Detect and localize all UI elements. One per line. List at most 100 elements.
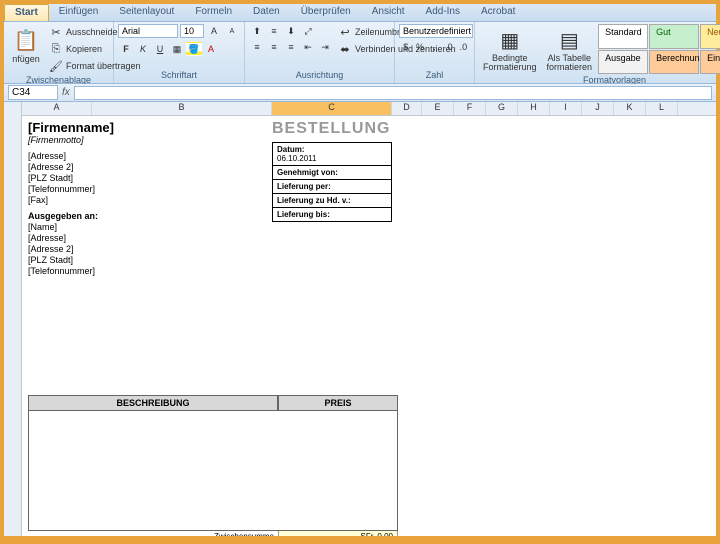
document-content: [Firmenname] [Firmenmotto] [Adresse] [Ad… <box>22 116 716 536</box>
col-h[interactable]: H <box>518 102 550 115</box>
totals-block: ZwischensummeSFr. 0.00 Steuersatz Umsatz… <box>28 531 398 536</box>
formula-input[interactable] <box>74 86 712 100</box>
formula-bar: C34 fx <box>4 84 716 102</box>
font-size-select[interactable]: 10 <box>180 24 204 38</box>
col-f[interactable]: F <box>454 102 486 115</box>
align-right-button[interactable]: ≡ <box>283 40 299 54</box>
col-d[interactable]: D <box>392 102 422 115</box>
subtotal-label: Zwischensumme <box>28 531 278 536</box>
grow-font-button[interactable]: A <box>206 24 222 38</box>
addr-line: [Adresse] <box>28 233 710 243</box>
tab-seitenlayout[interactable]: Seitenlayout <box>109 4 185 21</box>
fx-icon[interactable]: fx <box>62 87 70 98</box>
cond-label: Bedingte Formatierung <box>483 54 537 72</box>
style-berechnung[interactable]: Berechnung <box>649 50 699 75</box>
info-delivery-per-label: Lieferung per: <box>273 180 391 194</box>
conditional-format-button[interactable]: ▦ Bedingte Formatierung <box>479 24 541 74</box>
astable-label: Als Tabelle formatieren <box>547 54 593 72</box>
info-date-label: Datum: <box>277 145 305 154</box>
tab-einfuegen[interactable]: Einfügen <box>49 4 109 21</box>
items-table-header: BESCHREIBUNG PREIS <box>28 395 710 411</box>
align-top-button[interactable]: ⬆ <box>249 24 265 38</box>
merge-icon: ⬌ <box>338 42 352 56</box>
ribbon-tabs: Start Einfügen Seitenlayout Formeln Date… <box>4 4 716 22</box>
align-center-button[interactable]: ≡ <box>266 40 282 54</box>
col-k[interactable]: K <box>614 102 646 115</box>
col-j[interactable]: J <box>582 102 614 115</box>
copy-icon: ⎘ <box>49 42 63 56</box>
shrink-font-button[interactable]: A <box>224 24 240 38</box>
col-i[interactable]: I <box>550 102 582 115</box>
tab-daten[interactable]: Daten <box>243 4 291 21</box>
tab-formeln[interactable]: Formeln <box>185 4 243 21</box>
copy-label: Kopieren <box>66 44 102 54</box>
addr-line: [PLZ Stadt] <box>28 255 710 265</box>
group-align-label: Ausrichtung <box>249 69 390 81</box>
worksheet[interactable]: A B C D E F G H I J K L [Firmenname] [Fi… <box>4 102 716 536</box>
brush-icon: 🖌 <box>49 59 63 73</box>
issued-address: [Name] [Adresse] [Adresse 2] [PLZ Stadt]… <box>28 222 710 276</box>
tab-acrobat[interactable]: Acrobat <box>471 4 526 21</box>
items-table-body <box>28 411 398 531</box>
align-middle-button[interactable]: ≡ <box>266 24 282 38</box>
cut-icon: ✂ <box>49 25 63 39</box>
row-headers <box>4 102 22 536</box>
table-icon: ▤ <box>555 26 583 54</box>
font-name-select[interactable]: Arial <box>118 24 178 38</box>
border-button[interactable]: ▦ <box>169 42 185 56</box>
format-as-table-button[interactable]: ▤ Als Tabelle formatieren <box>543 24 597 74</box>
fill-color-button[interactable]: 🪣 <box>186 42 202 56</box>
wrap-icon: ↩ <box>338 25 352 39</box>
style-ausgabe[interactable]: Ausgabe <box>598 50 648 75</box>
inc-decimal-button[interactable]: .0 <box>442 40 455 54</box>
th-description: BESCHREIBUNG <box>28 395 278 411</box>
paste-button[interactable]: 📋 nfügen <box>8 24 44 74</box>
style-standard[interactable]: Standard <box>598 24 648 49</box>
cond-format-icon: ▦ <box>496 26 524 54</box>
percent-button[interactable]: % <box>413 40 426 54</box>
underline-button[interactable]: U <box>152 42 168 56</box>
info-approved-label: Genehmigt von: <box>273 166 391 180</box>
col-l[interactable]: L <box>646 102 678 115</box>
style-eingabe[interactable]: Eingabe <box>700 50 720 75</box>
tab-start[interactable]: Start <box>4 4 49 21</box>
addr-line: [Adresse 2] <box>28 244 710 254</box>
comma-button[interactable]: , <box>428 40 441 54</box>
dec-decimal-button[interactable]: .0 <box>457 40 470 54</box>
column-headers: A B C D E F G H I J K L <box>22 102 716 116</box>
col-e[interactable]: E <box>422 102 454 115</box>
tab-addins[interactable]: Add-Ins <box>416 4 471 21</box>
orientation-button[interactable]: ⤢ <box>300 24 316 38</box>
tab-ueberpruefen[interactable]: Überprüfen <box>291 4 362 21</box>
addr-line: [Telefonnummer] <box>28 266 710 276</box>
group-number-label: Zahl <box>399 69 470 81</box>
font-color-button[interactable]: A <box>203 42 219 56</box>
name-box[interactable]: C34 <box>8 85 58 100</box>
info-date-value: 06.10.2011 <box>277 154 316 163</box>
group-font-label: Schriftart <box>118 69 240 81</box>
document-title: BESTELLUNG <box>272 120 390 138</box>
currency-button[interactable]: $ <box>399 40 412 54</box>
bold-button[interactable]: F <box>118 42 134 56</box>
col-g[interactable]: G <box>486 102 518 115</box>
addr-line: [Name] <box>28 222 710 232</box>
align-left-button[interactable]: ≡ <box>249 40 265 54</box>
style-neutral[interactable]: Neutral <box>700 24 720 49</box>
paste-icon: 📋 <box>12 26 40 54</box>
subtotal-value: SFr. 0.00 <box>278 531 398 536</box>
number-format-select[interactable]: Benutzerdefiniert <box>399 24 473 38</box>
th-price: PREIS <box>278 395 398 411</box>
col-b[interactable]: B <box>92 102 272 115</box>
indent-inc-button[interactable]: ⇥ <box>317 40 333 54</box>
col-c[interactable]: C <box>272 102 392 115</box>
order-info-box: Datum:06.10.2011 Genehmigt von: Lieferun… <box>272 142 392 222</box>
ribbon: 📋 nfügen ✂Ausschneiden ⎘Kopieren 🖌Format… <box>4 22 716 84</box>
indent-dec-button[interactable]: ⇤ <box>300 40 316 54</box>
info-delivery-attn-label: Lieferung zu Hd. v.: <box>273 194 391 208</box>
align-bottom-button[interactable]: ⬇ <box>283 24 299 38</box>
paste-label: nfügen <box>12 54 40 64</box>
col-a[interactable]: A <box>22 102 92 115</box>
tab-ansicht[interactable]: Ansicht <box>362 4 416 21</box>
italic-button[interactable]: K <box>135 42 151 56</box>
style-gut[interactable]: Gut <box>649 24 699 49</box>
